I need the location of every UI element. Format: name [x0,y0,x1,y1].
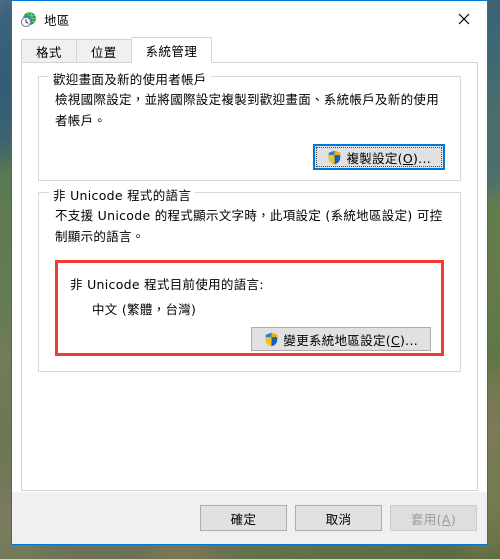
copy-settings-button[interactable]: 複製設定(O)... [313,144,445,171]
title-bar-left: 地區 [12,10,70,29]
title-bar: 地區 [12,0,487,38]
cancel-button-label: 取消 [325,511,352,527]
window-title: 地區 [44,13,70,28]
close-icon [458,13,470,25]
tab-formats[interactable]: 格式 [21,39,77,63]
uac-shield-icon [266,332,278,346]
copy-settings-row: 複製設定(O)... [55,144,445,171]
group-non-unicode-language-description: 不支援 Unicode 的程式顯示文字時，此項設定 (系統地區設定) 可控制顯示… [55,208,443,244]
tab-strip: 格式 位置 系統管理 [12,37,487,63]
group-non-unicode-language-title: 非 Unicode 程式的語言 [49,185,196,204]
change-system-locale-button[interactable]: 變更系統地區設定(C)... [251,327,431,352]
tab-content-panel: 歡迎畫面及新的使用者帳戶 檢視國際設定，並將國際設定複製到歡迎畫面、系統帳戶及新… [21,63,478,491]
tab-administrative[interactable]: 系統管理 [130,37,213,63]
group-welcome-accounts-title: 歡迎畫面及新的使用者帳戶 [49,69,211,88]
tab-location[interactable]: 位置 [75,39,132,63]
highlight-annotation-box: 非 Unicode 程式目前使用的語言: 中文 (繁體，台灣) 變更系統地區設定… [55,260,444,357]
cancel-button[interactable]: 取消 [295,505,382,531]
current-language-value: 中文 (繁體，台灣) [92,302,197,318]
close-button[interactable] [441,1,487,37]
change-system-locale-button-label: 變更系統地區設定(C)... [283,332,418,348]
uac-shield-icon [329,150,341,164]
tab-administrative-label: 系統管理 [145,44,198,59]
tab-location-label: 位置 [90,45,117,60]
ok-button-label: 確定 [230,511,257,527]
group-welcome-accounts-description: 檢視國際設定，並將國際設定複製到歡迎畫面、系統帳戶及新的使用者帳戶。 [55,92,440,128]
region-dialog: 地區 格式 位置 系統管理 歡迎畫面及新的使用者帳戶 檢視國際設定，並將國際設定… [11,0,488,545]
group-welcome-accounts: 歡迎畫面及新的使用者帳戶 檢視國際設定，並將國際設定複製到歡迎畫面、系統帳戶及新… [38,69,461,181]
change-locale-row: 變更系統地區設定(C)... [70,327,431,352]
apply-button-label: 套用(A) [410,511,457,527]
copy-settings-button-label: 複製設定(O)... [346,150,431,166]
tab-formats-label: 格式 [36,45,62,60]
group-non-unicode-language: 非 Unicode 程式的語言 不支援 Unicode 的程式顯示文字時，此項設… [38,185,461,372]
dialog-footer: 確定 取消 套用(A) [12,491,487,544]
current-language-label: 非 Unicode 程式目前使用的語言: [70,277,264,293]
globe-clock-icon [20,11,36,28]
apply-button: 套用(A) [390,505,477,531]
ok-button[interactable]: 確定 [200,505,287,531]
